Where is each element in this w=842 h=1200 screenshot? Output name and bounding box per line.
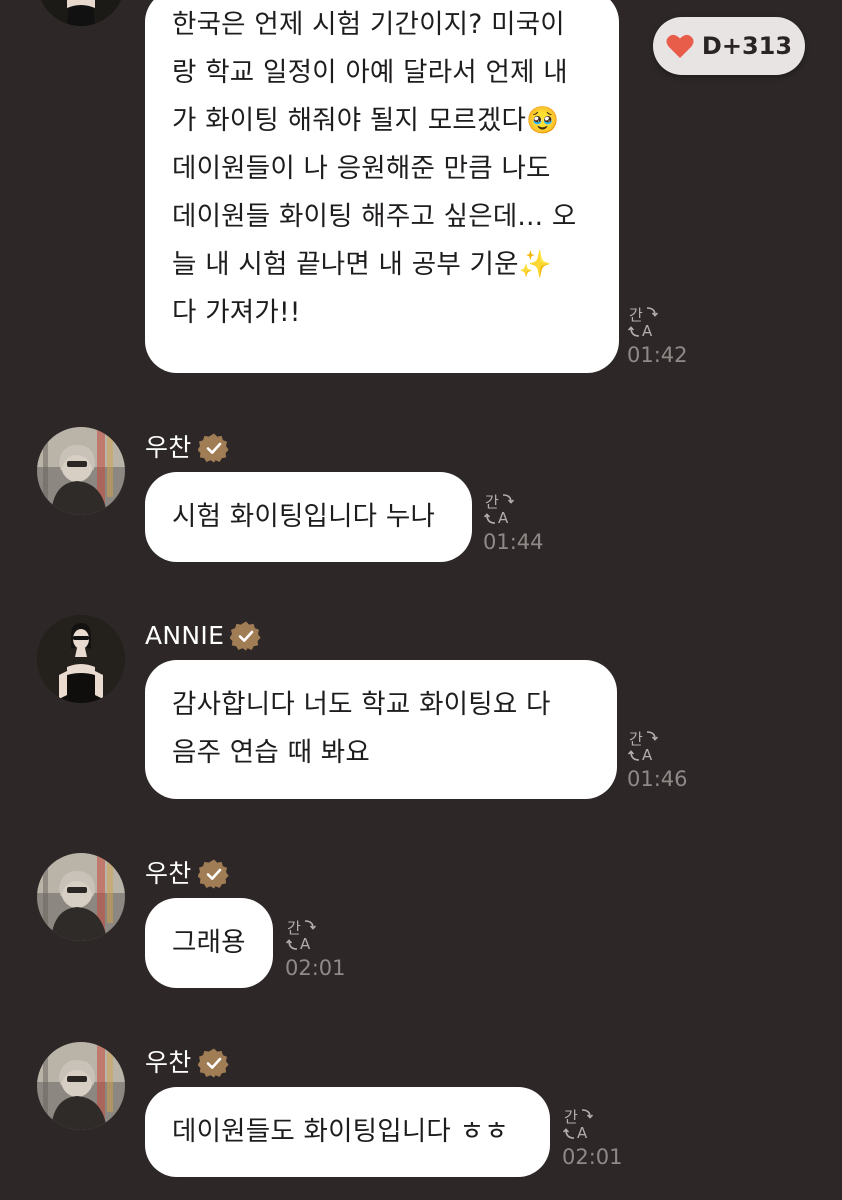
message-meta: 01:44 xyxy=(483,491,553,555)
heart-icon xyxy=(666,34,694,58)
message-bubble[interactable]: 그래용 xyxy=(145,898,273,988)
avatar[interactable] xyxy=(37,0,125,26)
sender-name: ANNIE xyxy=(145,621,225,650)
message-line: 감사합니다 너도 학교 화이팅요 다 xyxy=(172,689,551,720)
translate-icon[interactable] xyxy=(627,728,661,764)
message-line: 시험 화이팅입니다 누나 xyxy=(172,501,436,532)
translate-icon[interactable] xyxy=(285,917,319,953)
message-line: 가 화이팅 해줘야 될지 모르겠다🥹 xyxy=(172,105,560,136)
dday-label: D+313 xyxy=(701,32,793,60)
message-bubble[interactable]: 한국은 언제 시험 기간이지? 미국이 랑 학교 일정이 아예 달라서 언제 내… xyxy=(145,0,619,373)
message-time: 01:42 xyxy=(627,343,688,367)
sender-name: 우찬 xyxy=(145,859,192,888)
message-meta: 01:46 xyxy=(627,728,697,792)
message-line: 데이원들도 화이팅입니다 ㅎㅎ xyxy=(172,1116,509,1147)
avatar[interactable] xyxy=(37,1042,125,1130)
message-line: 데이원들 화이팅 해주고 싶은데... 오 xyxy=(172,201,577,232)
sender-name: 우찬 xyxy=(145,433,192,462)
message-bubble[interactable]: 시험 화이팅입니다 누나 xyxy=(145,472,472,562)
sender-row: ANNIE xyxy=(145,620,263,652)
message-line: 늘 내 시험 끝나면 내 공부 기운✨ xyxy=(172,249,552,280)
message-meta: 02:01 xyxy=(285,917,355,981)
message-time: 01:46 xyxy=(627,767,688,791)
message-time: 01:44 xyxy=(483,530,544,554)
message-line: 그래용 xyxy=(172,927,246,958)
message-line: 다 가져가!! xyxy=(172,297,301,328)
sender-row: 우찬 xyxy=(145,1047,230,1079)
message-line: 한국은 언제 시험 기간이지? 미국이 xyxy=(172,9,565,40)
translate-icon[interactable] xyxy=(562,1106,596,1142)
message-bubble[interactable]: 데이원들도 화이팅입니다 ㅎㅎ xyxy=(145,1087,550,1177)
avatar[interactable] xyxy=(37,615,125,703)
sender-row: 우찬 xyxy=(145,858,230,890)
verified-badge-icon xyxy=(197,1047,230,1079)
sender-row: 우찬 xyxy=(145,432,230,464)
verified-badge-icon xyxy=(230,620,263,652)
avatar[interactable] xyxy=(37,853,125,941)
message-line: 데이원들이 나 응원해준 만큼 나도 xyxy=(172,153,551,184)
message-time: 02:01 xyxy=(285,956,346,980)
message-line: 랑 학교 일정이 아예 달라서 언제 내 xyxy=(172,57,568,88)
avatar[interactable] xyxy=(37,427,125,515)
translate-icon[interactable] xyxy=(627,304,661,340)
verified-badge-icon xyxy=(197,858,230,890)
message-meta: 02:01 xyxy=(562,1106,632,1170)
message-time: 02:01 xyxy=(562,1145,623,1169)
dday-badge[interactable]: D+313 xyxy=(653,17,805,75)
message-line: 음주 연습 때 봐요 xyxy=(172,737,370,768)
message-bubble[interactable]: 감사합니다 너도 학교 화이팅요 다 음주 연습 때 봐요 xyxy=(145,660,617,799)
verified-badge-icon xyxy=(197,432,230,464)
message-meta: 01:42 xyxy=(627,304,697,368)
translate-icon[interactable] xyxy=(483,491,517,527)
sender-name: 우찬 xyxy=(145,1048,192,1077)
